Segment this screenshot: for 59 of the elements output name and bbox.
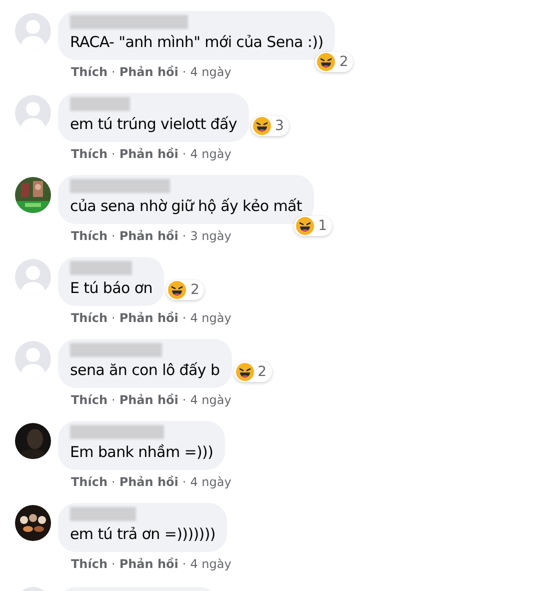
separator-dot: · (112, 229, 116, 243)
action-link[interactable]: Thích (71, 311, 108, 325)
action-link[interactable]: Phản hồi (119, 229, 178, 243)
laughing-emoji-icon (317, 53, 336, 71)
comment-time[interactable]: 4 ngày (190, 311, 232, 325)
comment-text: của sena nhờ giữ hộ ấy kẻo mất (70, 196, 302, 216)
separator-dot: · (112, 65, 116, 79)
default-avatar-icon[interactable] (15, 259, 51, 295)
comment-time[interactable]: 4 ngày (190, 557, 232, 571)
separator-dot: · (112, 311, 116, 325)
separator-dot: · (182, 147, 186, 161)
comment-text: RACA- "anh mình" mới của Sena :)) (70, 32, 324, 52)
action-link[interactable]: Thích (71, 557, 108, 571)
reaction-badge[interactable]: 2 (315, 52, 354, 72)
reaction-badge[interactable]: 2 (166, 280, 204, 300)
blurred-name (70, 97, 130, 111)
comment-text: Em bank nhầm =))) (70, 442, 214, 462)
separator-dot: · (112, 147, 116, 161)
separator-dot: · (112, 475, 116, 489)
action-link[interactable]: Thích (71, 393, 108, 407)
comment-time[interactable]: 4 ngày (190, 393, 232, 407)
separator-dot: · (112, 557, 116, 571)
comment-text: sena ăn con lô đấy b (70, 360, 220, 380)
laughing-emoji-icon (296, 217, 314, 235)
laughing-emoji-icon (252, 117, 271, 135)
separator-dot: · (182, 557, 186, 571)
blurred-name (70, 261, 132, 275)
laughing-emoji-icon (168, 281, 186, 299)
comment-time[interactable]: 4 ngày (190, 147, 232, 161)
separator-dot: · (112, 393, 116, 407)
separator-dot: · (182, 311, 186, 325)
blurred-name (70, 507, 136, 521)
separator-dot: · (182, 65, 186, 79)
comment-time[interactable]: 4 ngày (190, 475, 232, 489)
separator-dot: · (182, 229, 186, 243)
separator-dot: · (182, 393, 186, 407)
reaction-badge[interactable]: 1 (294, 216, 332, 236)
default-avatar-icon[interactable] (15, 341, 51, 377)
separator-dot: · (182, 475, 186, 489)
action-link[interactable]: Phản hồi (119, 557, 178, 571)
action-link[interactable]: Thích (71, 229, 108, 243)
comment-text: em tú trúng vielott đấy (70, 114, 237, 134)
action-link[interactable]: Thích (71, 475, 108, 489)
action-link[interactable]: Phản hồi (119, 147, 178, 161)
comment-time[interactable]: 4 ngày (190, 65, 232, 79)
action-link[interactable]: Phản hồi (119, 393, 178, 407)
comment-time[interactable]: 3 ngày (190, 229, 232, 243)
comment-text: em tú trả ơn =))))))) (70, 524, 216, 544)
action-link[interactable]: Phản hồi (119, 475, 178, 489)
action-link[interactable]: Phản hồi (119, 311, 178, 325)
reaction-badge[interactable]: 2 (234, 362, 272, 382)
action-link[interactable]: Thích (71, 147, 108, 161)
default-avatar-icon[interactable] (15, 95, 51, 131)
reaction-badge[interactable]: 3 (250, 116, 289, 136)
comment-text: E tú báo ơn (70, 278, 152, 298)
action-link[interactable]: Phản hồi (119, 65, 178, 79)
default-avatar-icon[interactable] (15, 13, 51, 49)
action-link[interactable]: Thích (71, 65, 108, 79)
laughing-emoji-icon (236, 363, 254, 381)
